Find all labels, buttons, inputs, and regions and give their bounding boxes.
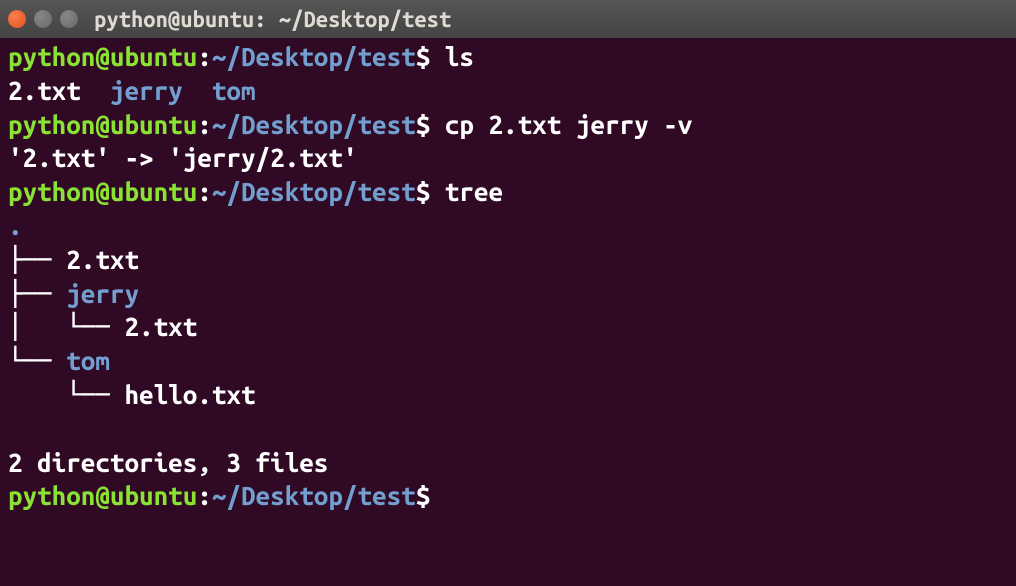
user-host: python@ubuntu [8,177,197,206]
tree-item-5: └── hello.txt [8,378,1008,412]
user-host: python@ubuntu [8,481,197,510]
cp-output: '2.txt' -> 'jerry/2.txt' [8,141,1008,175]
dollar: $ [416,110,431,139]
ls-output: 2.txt jerry tom [8,74,1008,108]
tree-dir-jerry: jerry [66,279,139,308]
window-controls [8,10,78,28]
prompt-line-1: python@ubuntu:~/Desktop/test$ ls [8,40,1008,74]
tree-prefix: ├── [8,279,66,308]
prompt-line-4: python@ubuntu:~/Desktop/test$ [8,479,1008,513]
cp-verbose-output: '2.txt' -> 'jerry/2.txt' [8,143,357,172]
path: ~/Desktop/test [212,42,416,71]
tree-summary-text: 2 directories, 3 files [8,448,328,477]
dollar: $ [416,42,431,71]
ls-file: 2.txt [8,76,110,105]
tree-blank [8,412,1008,446]
tree-item-1: ├── 2.txt [8,243,1008,277]
tree-entry: └── hello.txt [8,380,256,409]
command-cp: cp 2.txt jerry -v [430,110,692,139]
tree-dir-tom: tom [66,346,110,375]
tree-entry: ├── 2.txt [8,245,139,274]
tree-dot: . [8,211,23,240]
dollar: $ [416,177,431,206]
user-host: python@ubuntu [8,110,197,139]
blank [8,414,23,443]
colon: : [197,177,212,206]
tree-item-3: │ └── 2.txt [8,310,1008,344]
tree-root: . [8,209,1008,243]
path: ~/Desktop/test [212,110,416,139]
tree-item-2: ├── jerry [8,277,1008,311]
window-titlebar: python@ubuntu: ~/Desktop/test [0,0,1016,38]
tree-item-4: └── tom [8,344,1008,378]
minimize-button[interactable] [34,10,52,28]
terminal-body[interactable]: python@ubuntu:~/Desktop/test$ ls 2.txt j… [0,38,1016,515]
colon: : [197,42,212,71]
prompt-line-3: python@ubuntu:~/Desktop/test$ tree [8,175,1008,209]
dollar: $ [416,481,431,510]
tree-entry: │ └── 2.txt [8,312,197,341]
colon: : [197,481,212,510]
prompt-line-2: python@ubuntu:~/Desktop/test$ cp 2.txt j… [8,108,1008,142]
path: ~/Desktop/test [212,481,416,510]
spacer [183,76,212,105]
maximize-button[interactable] [60,10,78,28]
tree-summary: 2 directories, 3 files [8,446,1008,480]
path: ~/Desktop/test [212,177,416,206]
tree-prefix: └── [8,346,66,375]
command-tree: tree [430,177,503,206]
user-host: python@ubuntu [8,42,197,71]
window-title: python@ubuntu: ~/Desktop/test [94,7,451,32]
close-button[interactable] [8,10,26,28]
ls-dir-jerry: jerry [110,76,183,105]
colon: : [197,110,212,139]
ls-dir-tom: tom [212,76,256,105]
command-ls: ls [430,42,474,71]
